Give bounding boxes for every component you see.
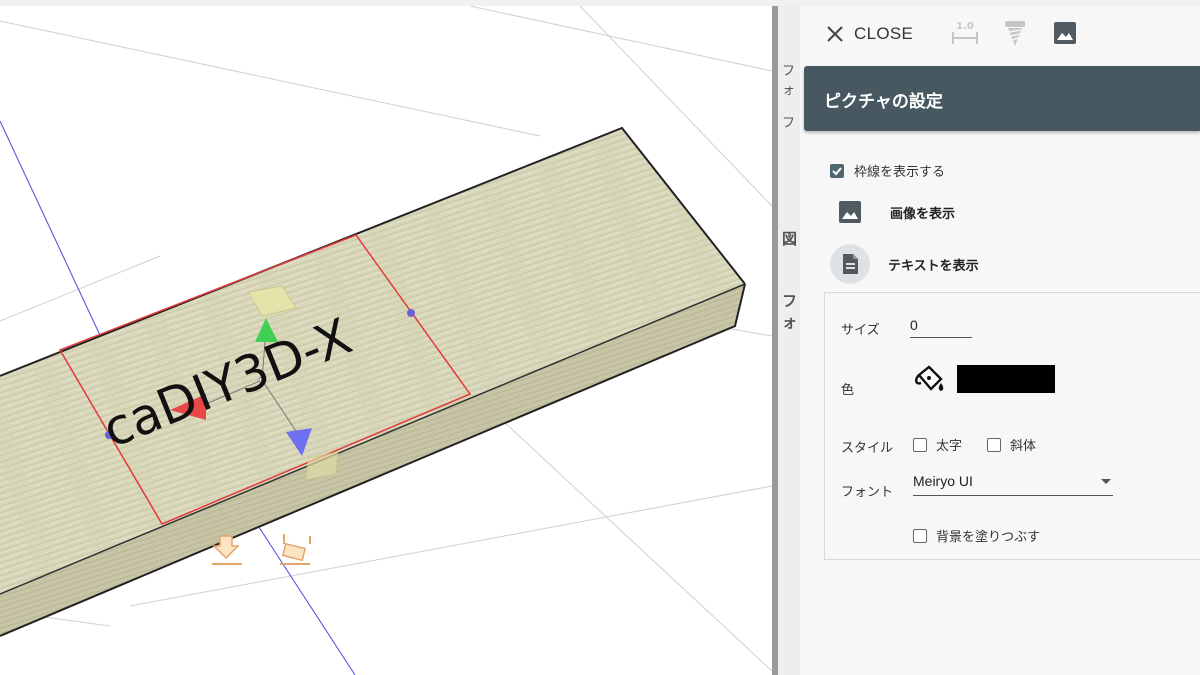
svg-text:1.0: 1.0	[956, 21, 974, 32]
viewport-canvas[interactable]: caDIY3D-X	[0, 6, 772, 675]
style-label: スタイル	[841, 441, 894, 456]
color-swatch[interactable]	[957, 365, 1055, 393]
image-icon	[839, 201, 861, 223]
italic-checkbox[interactable]	[987, 437, 1001, 452]
check-icon	[832, 166, 842, 175]
close-label: CLOSE	[854, 24, 914, 43]
bold-label: 太字	[936, 439, 963, 454]
fill-background-checkbox[interactable]	[913, 528, 927, 543]
fill-background-option[interactable]: 背景を塗りつぶす	[913, 526, 1040, 545]
panel-header: ピクチャの設定	[804, 66, 1200, 131]
picture-button[interactable]	[1050, 18, 1080, 48]
panel-toolbar: CLOSE 1.0	[800, 6, 1200, 66]
underlying-text: フ	[782, 116, 796, 131]
color-label: 色	[841, 383, 855, 398]
dropdown-arrow-icon	[1101, 479, 1111, 484]
picture-icon	[1054, 22, 1076, 44]
fill-background-label: 背景を塗りつぶす	[936, 530, 1041, 545]
show-image-option[interactable]: 画像を表示	[838, 200, 955, 224]
show-border-option[interactable]: 枠線を表示する	[830, 161, 945, 180]
screw-icon	[1005, 21, 1025, 46]
font-select[interactable]: Meiryo UI	[913, 469, 1113, 496]
panel-title: ピクチャの設定	[824, 92, 943, 112]
document-icon	[843, 254, 858, 274]
settings-panel: CLOSE 1.0 ピクチャの設定 枠線を表示する 画像を表示 テキストを表示 …	[800, 6, 1200, 675]
close-button[interactable]: CLOSE	[826, 20, 913, 48]
font-label: フォント	[841, 485, 894, 500]
underlying-text: 図	[782, 230, 798, 248]
align-icon[interactable]	[280, 534, 311, 565]
text-icon-circle	[830, 244, 870, 284]
screw-button[interactable]	[1000, 18, 1030, 48]
bold-checkbox[interactable]	[913, 437, 927, 452]
italic-label: 斜体	[1010, 439, 1037, 454]
size-input[interactable]	[910, 313, 972, 338]
show-text-label: テキストを表示	[888, 258, 979, 274]
resize-handle[interactable]	[407, 309, 415, 317]
bold-option[interactable]: 太字	[913, 435, 962, 454]
paint-bucket-icon[interactable]	[913, 363, 947, 395]
show-border-checkbox[interactable]	[830, 163, 844, 178]
close-icon	[827, 26, 843, 42]
font-select-value: Meiryo UI	[913, 473, 973, 489]
3d-viewport[interactable]: caDIY3D-X	[0, 6, 772, 675]
text-settings-box: サイズ 色 スタイル 太字 斜体 フォント Meiryo UI 背景を塗りつぶす	[824, 292, 1200, 560]
dimension-icon: 1.0	[952, 21, 978, 44]
show-text-option[interactable]: テキストを表示	[830, 244, 979, 284]
dimension-button[interactable]: 1.0	[950, 18, 980, 48]
show-border-label: 枠線を表示する	[854, 165, 946, 180]
italic-option[interactable]: 斜体	[987, 435, 1036, 454]
show-image-label: 画像を表示	[890, 206, 956, 222]
size-label: サイズ	[841, 323, 880, 338]
